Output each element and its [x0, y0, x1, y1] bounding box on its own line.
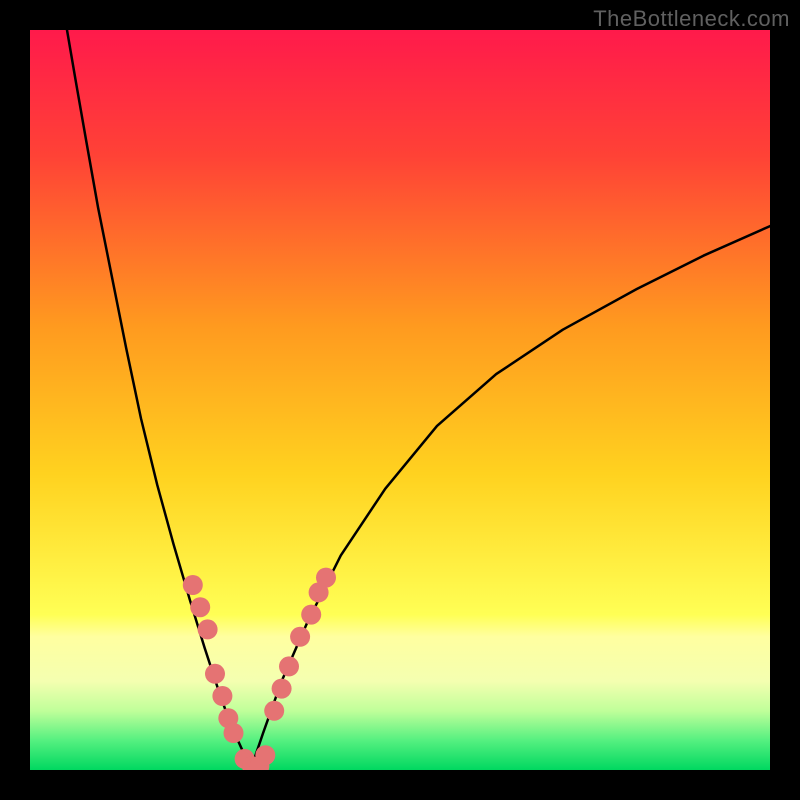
data-point	[212, 686, 232, 706]
data-point	[272, 679, 292, 699]
watermark-text: TheBottleneck.com	[593, 6, 790, 32]
data-point	[198, 619, 218, 639]
data-point	[255, 745, 275, 765]
data-point	[205, 664, 225, 684]
data-point	[316, 568, 336, 588]
chart-frame	[30, 30, 770, 770]
data-point	[224, 723, 244, 743]
data-point	[183, 575, 203, 595]
chart-plot	[30, 30, 770, 770]
data-point	[279, 656, 299, 676]
data-point	[290, 627, 310, 647]
chart-background	[30, 30, 770, 770]
data-point	[301, 605, 321, 625]
data-point	[190, 597, 210, 617]
data-point	[264, 701, 284, 721]
